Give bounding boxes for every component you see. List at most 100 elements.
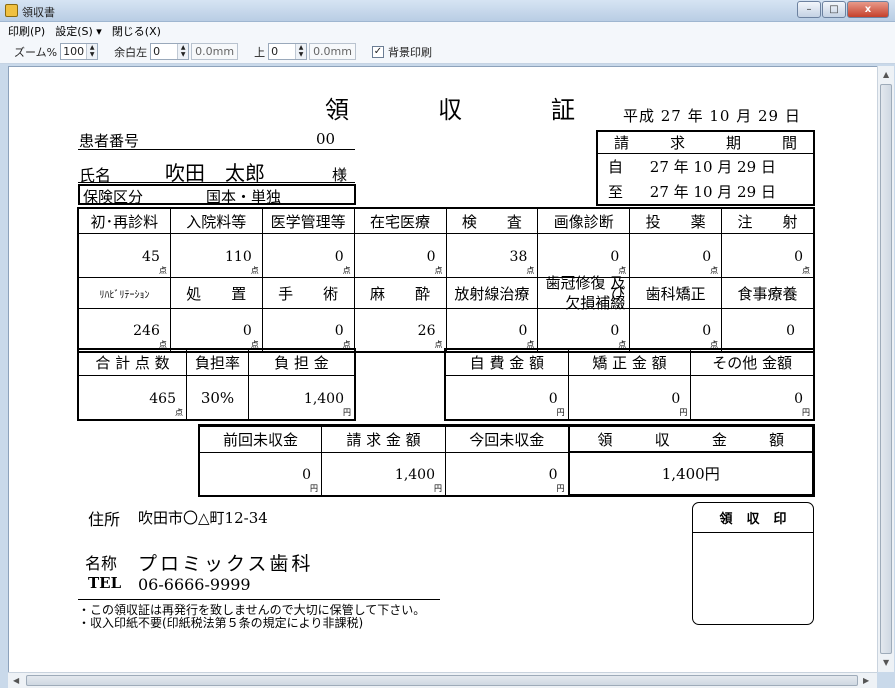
tel-label: TEL	[88, 574, 122, 592]
points-header: 初･再診料	[78, 208, 171, 234]
points-header-row-2: ﾘﾊﾋﾞﾘﾃｰｼｮﾝ 処 置 手 術 麻 酔 放射線治療 歯冠修復 及び 欠損補…	[78, 276, 814, 311]
points-value: 45 点	[78, 233, 171, 278]
points-value: 246 点	[78, 308, 171, 352]
points-value: 0点	[261, 308, 355, 352]
burden-rate-header: 負担率	[186, 349, 249, 376]
patient-no: 00	[316, 130, 336, 148]
clinic-underline	[78, 599, 440, 600]
scroll-left-icon[interactable]: ◀	[13, 676, 19, 685]
patient-no-underline	[78, 149, 355, 150]
background-print-label: 背景印刷	[388, 45, 432, 59]
points-value: 0点	[169, 308, 263, 352]
insurance-type: 国本・単独	[206, 188, 282, 206]
top-margin-value[interactable]: 0	[269, 45, 295, 58]
issue-date: 平成 27 年 10 月 29 日	[623, 107, 801, 125]
points-header: 検 査	[445, 208, 539, 234]
menu-print[interactable]: 印刷(P)	[8, 23, 45, 39]
vertical-scroll-thumb[interactable]	[880, 84, 892, 654]
menu-settings[interactable]: 設定(S) ▾	[55, 23, 102, 39]
self-pay-header: 自 費 金 額	[445, 349, 569, 376]
top-margin-spinner[interactable]: 0 ▲ ▼	[268, 43, 308, 60]
points-header: 放射線治療	[445, 277, 539, 309]
scroll-up-icon[interactable]: ▲	[883, 70, 889, 79]
self-pay-amount: 0円	[445, 375, 569, 420]
scroll-down-icon[interactable]: ▼	[883, 658, 889, 667]
period-to: 至 27 年 10 月 29 日	[597, 179, 814, 205]
points-header: 注 射	[721, 208, 814, 234]
spinner-arrows-icon[interactable]: ▲ ▼	[295, 44, 307, 59]
billing-period-table: 請 求 期 間 自 27 年 10 月 29 日 至 27 年 10 月 29 …	[596, 130, 815, 206]
total-points-header: 合 計 点 数	[78, 349, 187, 376]
left-margin-spinner[interactable]: 0 ▲ ▼	[150, 43, 190, 60]
points-table: 初･再診料 入院料等 医学管理等 在宅医療 検 査 画像診断 投 薬 注 射 4…	[77, 207, 815, 353]
toolbar: ズーム% 100 ▲ ▼ 余白左 0 ▲ ▼ 0.0mm 上 0 ▲ ▼ 0.0mm …	[0, 40, 895, 64]
scroll-right-icon[interactable]: ▶	[863, 676, 869, 685]
orthodontic-header: 矯 正 金 額	[567, 349, 692, 376]
menu-close[interactable]: 閉じる(X)	[112, 23, 161, 39]
maximize-button[interactable]: □	[822, 1, 846, 18]
points-header: 投 薬	[629, 208, 723, 234]
previous-unpaid-header: 前回未収金	[199, 425, 322, 453]
points-header: 手 術	[261, 277, 355, 309]
points-value: 0点	[353, 233, 447, 278]
horizontal-scrollbar[interactable]: ◀ ▶	[8, 672, 877, 688]
clinic-address: 吹田市〇△町12-34	[138, 509, 268, 527]
seal-header: 領 収 印	[693, 503, 813, 533]
background-print-checkbox[interactable]: ✓	[372, 45, 384, 58]
spinner-arrows-icon[interactable]: ▲ ▼	[86, 44, 98, 59]
vertical-scrollbar[interactable]: ▲ ▼	[877, 66, 894, 672]
self-pay-table: 自 費 金 額 矯 正 金 額 その他 金額 0円 0円 0円	[444, 348, 815, 421]
zoom-spinner[interactable]: 100 ▲ ▼	[60, 43, 99, 60]
name-underline	[78, 182, 355, 183]
points-header: 画像診断	[537, 208, 631, 234]
burden-rate: 30%	[186, 375, 249, 420]
period-from: 自 27 年 10 月 29 日	[597, 153, 814, 179]
insurance-box: 保険区分 国本・単独	[78, 184, 356, 206]
points-value-row-1: 45 点 110 点 0点 0点 38 点 0点 0点 0点	[78, 233, 814, 278]
left-margin-mm: 0.0mm	[191, 43, 239, 60]
points-header: 歯科矯正	[629, 277, 723, 309]
left-margin-label: 余白左	[114, 45, 148, 59]
left-margin-value[interactable]: 0	[151, 45, 177, 58]
current-unpaid-header: 今回未収金	[445, 425, 569, 453]
points-header: 入院料等	[169, 208, 263, 234]
points-value: 0点	[261, 233, 355, 278]
zoom-value[interactable]: 100	[61, 45, 86, 58]
points-header: 食事療養	[721, 277, 814, 309]
points-value: 26 点	[353, 308, 447, 352]
horizontal-scroll-thumb[interactable]	[26, 675, 858, 686]
points-header: 在宅医療	[353, 208, 447, 234]
insurance-label: 保険区分	[83, 188, 144, 206]
top-margin-label: 上	[254, 45, 266, 59]
points-value: 0	[721, 308, 814, 352]
points-header-row-1: 初･再診料 入院料等 医学管理等 在宅医療 検 査 画像診断 投 薬 注 射	[78, 208, 814, 234]
minimize-button[interactable]: –	[797, 1, 821, 18]
total-points: 465 点	[78, 375, 187, 420]
patient-no-label: 患者番号	[79, 132, 140, 150]
current-unpaid: 0円	[445, 451, 569, 496]
orthodontic-amount: 0円	[567, 375, 692, 420]
title-bar: 領収書 – □ x	[0, 0, 895, 22]
points-header: 医学管理等	[261, 208, 355, 234]
received-amount: 1,400円	[567, 451, 814, 496]
previous-unpaid: 0円	[199, 451, 322, 496]
points-value: 0点	[721, 233, 814, 278]
points-value: 0点	[537, 308, 631, 352]
other-amount: 0円	[690, 375, 814, 420]
stamp-note: ・収入印紙不要(印紙税法第５条の規定により非課税)	[78, 616, 364, 630]
spinner-arrows-icon[interactable]: ▲ ▼	[177, 44, 189, 59]
clinic-name: プロミックス歯科	[138, 553, 314, 575]
clinic-name-label: 名称	[85, 554, 118, 573]
points-header: 歯冠修復 及び 欠損補綴	[537, 276, 631, 311]
billing-period-header: 請 求 期 間	[597, 131, 814, 154]
points-value: 38 点	[445, 233, 539, 278]
points-value: 110 点	[169, 233, 263, 278]
app-icon	[5, 4, 18, 17]
window-title: 領収書	[22, 6, 55, 19]
points-header: ﾘﾊﾋﾞﾘﾃｰｼｮﾝ	[78, 277, 171, 309]
close-button[interactable]: x	[847, 1, 889, 18]
billed-amount-header: 請 求 金 額	[321, 425, 446, 453]
burden-amount: 1,400 円	[248, 375, 355, 420]
address-label: 住所	[88, 510, 121, 529]
receipt-title: 領 収 証	[325, 96, 575, 124]
